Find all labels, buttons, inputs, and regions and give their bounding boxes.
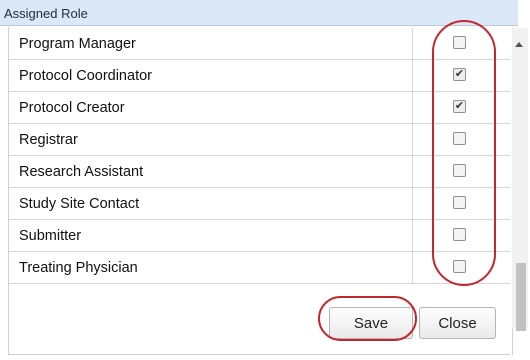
role-check-cell: ✔	[412, 60, 511, 91]
scroll-up-arrow-icon[interactable]	[515, 42, 523, 47]
role-checkbox[interactable]	[453, 36, 466, 49]
role-list: Program Manager Protocol Coordinator ✔ P…	[9, 28, 510, 284]
role-check-cell	[412, 124, 511, 155]
vertical-scrollbar[interactable]	[512, 28, 528, 331]
close-button[interactable]: Close	[419, 307, 496, 339]
role-row: Submitter	[9, 220, 510, 252]
role-checkbox[interactable]	[453, 260, 466, 273]
role-label: Study Site Contact	[19, 196, 140, 212]
role-label: Registrar	[19, 132, 78, 148]
role-check-cell	[412, 156, 511, 187]
role-check-cell	[412, 28, 511, 59]
role-label: Treating Physician	[19, 260, 138, 276]
role-row: Program Manager	[9, 28, 510, 60]
role-check-cell	[412, 252, 511, 283]
role-checkbox[interactable]: ✔	[453, 68, 466, 81]
save-button[interactable]: Save	[329, 307, 413, 339]
role-check-cell	[412, 220, 511, 251]
assigned-role-header: Assigned Role	[0, 0, 518, 26]
role-checkbox[interactable]	[453, 228, 466, 241]
role-label: Protocol Coordinator	[19, 68, 152, 84]
header-title: Assigned Role	[4, 6, 88, 21]
role-check-cell: ✔	[412, 92, 511, 123]
role-label: Program Manager	[19, 36, 136, 52]
role-row: Research Assistant	[9, 156, 510, 188]
role-checkbox[interactable]	[453, 196, 466, 209]
role-label: Research Assistant	[19, 164, 144, 180]
role-label: Submitter	[19, 228, 82, 244]
role-row: Treating Physician	[9, 252, 510, 284]
role-checkbox[interactable]: ✔	[453, 100, 466, 113]
role-row: Protocol Creator ✔	[9, 92, 510, 124]
role-label: Protocol Creator	[19, 100, 125, 116]
scrollbar-thumb[interactable]	[516, 263, 526, 331]
role-row: Protocol Coordinator ✔	[9, 60, 510, 92]
role-checkbox[interactable]	[453, 164, 466, 177]
role-check-cell	[412, 188, 511, 219]
dialog-footer: Save Close	[9, 291, 510, 355]
role-row: Registrar	[9, 124, 510, 156]
role-checkbox[interactable]	[453, 132, 466, 145]
role-row: Study Site Contact	[9, 188, 510, 220]
